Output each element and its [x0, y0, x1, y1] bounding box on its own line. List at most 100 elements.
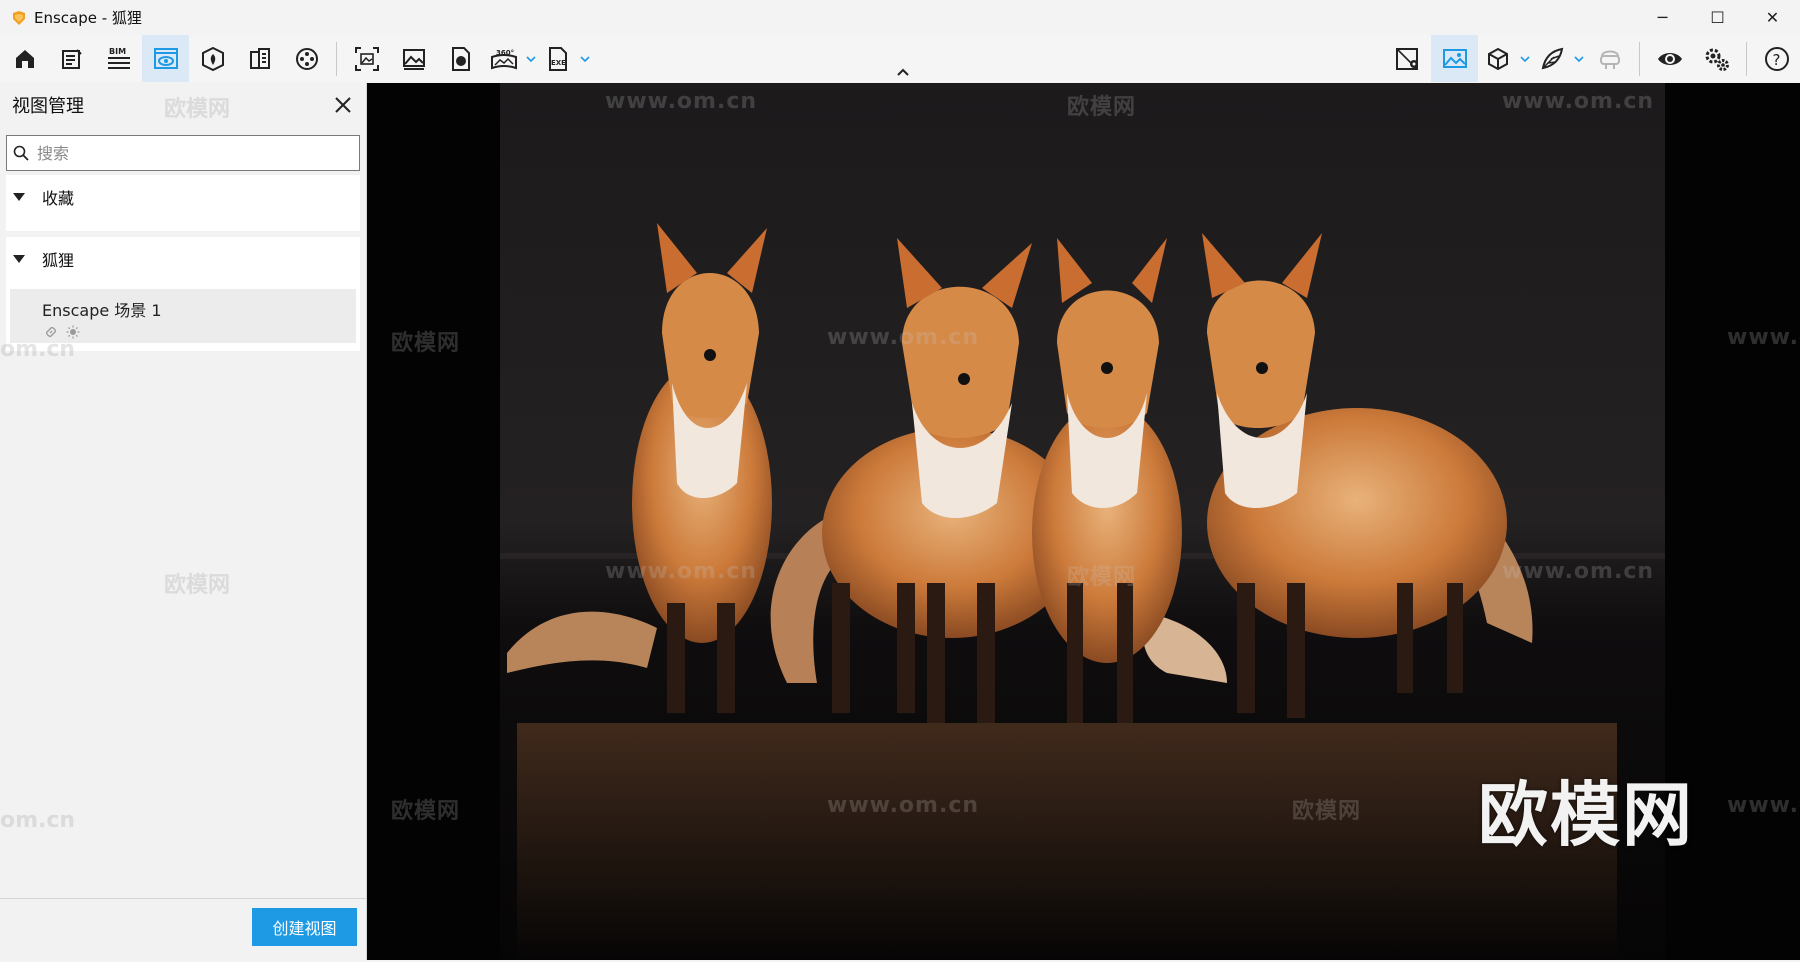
panel-footer: 创建视图 — [0, 898, 366, 960]
visual-settings-button[interactable] — [1431, 35, 1478, 82]
minimize-button[interactable]: ─ — [1635, 0, 1690, 35]
chevron-down-icon — [580, 55, 590, 62]
caret-down-icon — [6, 192, 32, 202]
toolbar-divider — [1746, 41, 1747, 76]
watermark: www.om.cn — [1502, 89, 1655, 114]
search-box[interactable] — [6, 135, 360, 171]
panorama-360-icon: 360° — [491, 49, 517, 69]
watermark: www.om.cn — [1502, 559, 1655, 584]
caret-down-icon — [6, 254, 32, 264]
eye-icon — [1657, 52, 1682, 65]
gallery-icon — [402, 48, 425, 70]
document-edit-icon — [61, 48, 82, 69]
create-view-button[interactable]: 创建视图 — [252, 908, 357, 946]
svg-text:BIM: BIM — [109, 47, 126, 56]
chevron-down-icon — [1520, 55, 1530, 62]
panorama-360-button[interactable]: 360° — [484, 35, 524, 82]
window-title: Enscape - 狐狸 — [34, 9, 142, 27]
map-view-button[interactable] — [1384, 35, 1431, 82]
toolbar-divider — [1639, 41, 1640, 76]
bim-icon: BIM — [107, 47, 130, 69]
material-editor-button[interactable] — [236, 35, 283, 82]
document-edit-button[interactable] — [48, 35, 95, 82]
map-view-icon — [1395, 47, 1418, 70]
visual-settings-icon — [1442, 48, 1467, 68]
fox-section-header[interactable]: 狐狸 — [6, 237, 360, 281]
home-icon — [15, 49, 34, 68]
chevron-down-icon — [526, 55, 536, 62]
screenshot-button[interactable] — [343, 35, 390, 82]
watermark: 欧模网 — [164, 97, 231, 122]
feather-dropdown[interactable] — [1572, 35, 1586, 82]
export-button[interactable] — [437, 35, 484, 82]
export-icon — [451, 46, 470, 71]
maximize-button[interactable]: ☐ — [1690, 0, 1745, 35]
watermark: 欧模网 — [164, 573, 231, 598]
screenshot-icon — [354, 46, 379, 71]
help-button[interactable]: ? — [1753, 35, 1800, 82]
favorites-section-header[interactable]: 收藏 — [6, 175, 360, 219]
asset-library-icon — [201, 46, 224, 71]
panel-close-button[interactable] — [332, 94, 354, 116]
asset-library-button[interactable] — [189, 35, 236, 82]
watermark-large: 欧模网 — [1478, 774, 1694, 856]
section-label-fox: 狐狸 — [42, 251, 75, 270]
home-button[interactable] — [1, 35, 48, 82]
watermark: 欧模网 — [391, 799, 461, 824]
watermark: 欧模网 — [391, 331, 461, 356]
feather-button[interactable] — [1532, 35, 1572, 82]
vr-headset-button[interactable] — [1586, 35, 1633, 82]
exe-export-button[interactable]: EXE — [538, 35, 578, 82]
watermark: www.om.cn — [605, 559, 758, 584]
building-icon — [249, 47, 270, 69]
view-item-name: Enscape 场景 1 — [42, 301, 162, 320]
render-viewport[interactable]: www.om.cn 欧模网 www.om.cn 欧模网 www.om.cn ww… — [367, 83, 1800, 960]
settings-icon — [1705, 48, 1729, 71]
view-manager-icon — [153, 47, 178, 69]
view-manager-panel: 视图管理 欧模网 收藏 狐狸 Enscape 场景 1 — [0, 83, 367, 960]
exe-dropdown[interactable] — [578, 35, 592, 82]
feather-icon — [1541, 47, 1564, 69]
cube-view-button[interactable] — [1478, 35, 1518, 82]
watermark: www.om.cn — [605, 89, 758, 114]
exe-export-icon: EXE — [549, 46, 567, 71]
view-list-item[interactable]: Enscape 场景 1 — [10, 289, 356, 343]
vr-headset-icon — [1599, 50, 1620, 69]
watermark: 欧模网 — [1292, 799, 1362, 824]
close-icon — [335, 97, 351, 113]
panorama-dropdown[interactable] — [524, 35, 538, 82]
close-window-button[interactable]: ✕ — [1745, 0, 1800, 35]
minimize-icon: ─ — [1657, 8, 1668, 27]
title-bar: Enscape - 狐狸 ─ ☐ ✕ — [0, 0, 1800, 35]
search-input[interactable] — [35, 142, 359, 164]
video-editor-button[interactable] — [283, 35, 330, 82]
svg-text:EXE: EXE — [551, 59, 566, 67]
watermark: www.om.cn — [1727, 325, 1800, 350]
film-reel-icon — [295, 47, 318, 70]
view-manager-button[interactable] — [142, 35, 189, 82]
panel-title: 视图管理 — [12, 96, 84, 117]
chevron-down-icon — [1574, 55, 1584, 62]
watermark: 欧模网 — [1067, 565, 1137, 590]
close-icon: ✕ — [1765, 8, 1780, 27]
watermark: www.om.cn — [827, 793, 980, 818]
section-label-favorites: 收藏 — [42, 189, 75, 208]
fox-section: 狐狸 Enscape 场景 1 — [6, 237, 360, 351]
chevron-up-icon — [897, 68, 909, 76]
watermark: om.cn — [0, 337, 76, 362]
help-icon: ? — [1764, 46, 1789, 71]
maximize-icon: ☐ — [1710, 8, 1725, 27]
toolbar-divider — [336, 41, 337, 76]
svg-text:?: ? — [1772, 51, 1780, 69]
watermark: www.om.cn — [827, 325, 980, 350]
favorites-section: 收藏 — [6, 175, 360, 231]
gallery-button[interactable] — [390, 35, 437, 82]
cube-view-icon — [1488, 47, 1508, 70]
collapse-toolbar-button[interactable] — [893, 64, 913, 80]
enscape-logo-icon — [10, 9, 28, 27]
watermark: om.cn — [0, 808, 76, 833]
bim-button[interactable]: BIM — [95, 35, 142, 82]
cube-view-dropdown[interactable] — [1518, 35, 1532, 82]
eye-button[interactable] — [1646, 35, 1693, 82]
settings-button[interactable] — [1693, 35, 1740, 82]
